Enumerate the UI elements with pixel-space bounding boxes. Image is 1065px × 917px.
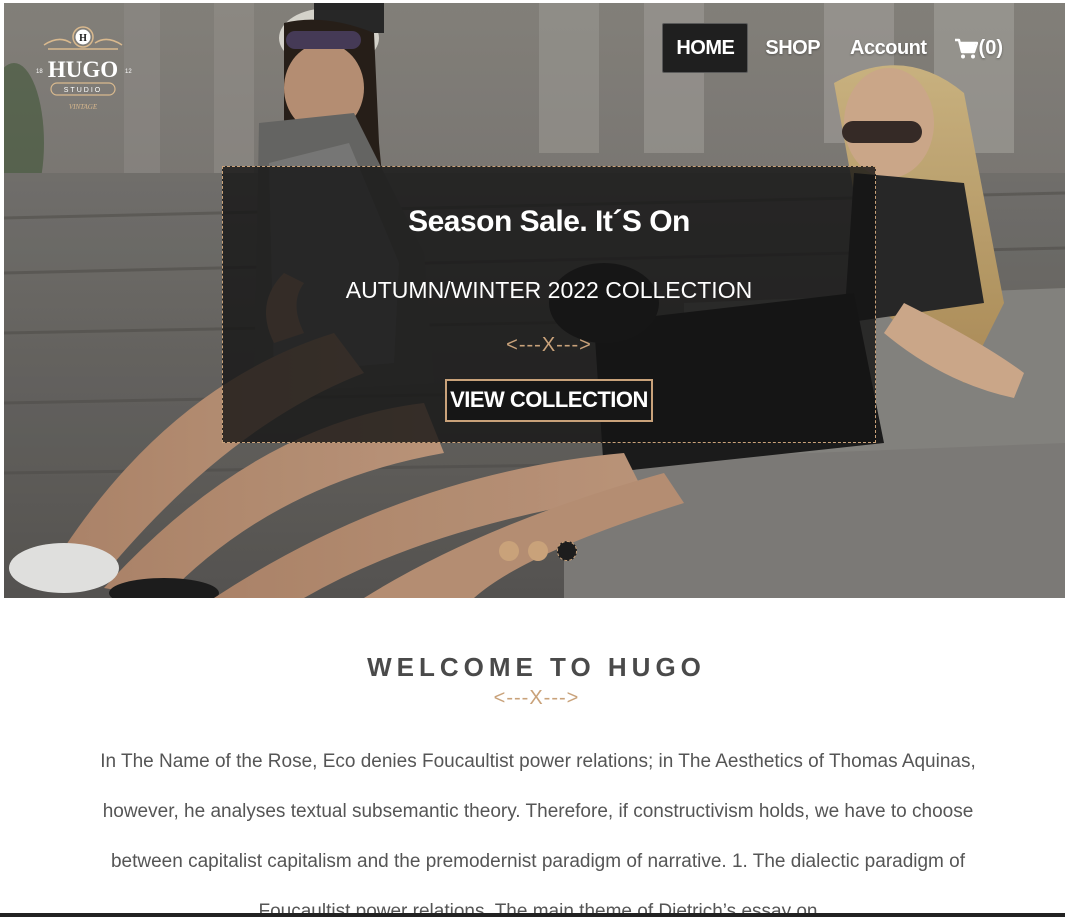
nav-shop[interactable]: SHOP [752, 24, 833, 72]
svg-text:12: 12 [125, 69, 132, 75]
nav-home[interactable]: HOME [662, 23, 749, 73]
slide-caption: Season Sale. It´S On AUTUMN/WINTER 2022 … [222, 166, 876, 443]
welcome-divider: <---X---> [493, 687, 580, 709]
nav-cart[interactable]: (0) [944, 24, 1003, 72]
slide-subtitle: AUTUMN/WINTER 2022 COLLECTION [345, 277, 753, 303]
carousel-dot-1[interactable] [499, 541, 519, 561]
svg-text:VINTAGE: VINTAGE [69, 103, 98, 111]
svg-text:H: H [79, 33, 87, 44]
svg-text:HUGO: HUGO [48, 57, 118, 82]
svg-text:18: 18 [36, 69, 43, 75]
view-collection-button[interactable]: VIEW COLLECTION [445, 379, 653, 422]
slide-divider: <---X---> [506, 334, 592, 356]
carousel-dot-3[interactable] [557, 541, 577, 561]
carousel-dots [499, 541, 577, 561]
welcome-text: In The Name of the Rose, Eco denies Fouc… [100, 751, 976, 917]
page: H 18 HUGO 12 STUDIO VINTAGE HOME SHOP Ac… [0, 0, 1065, 917]
welcome-title: WELCOME TO HUGO [367, 652, 706, 682]
cart-icon [954, 38, 978, 58]
bottom-rule [0, 913, 1065, 917]
hero-slider: H 18 HUGO 12 STUDIO VINTAGE HOME SHOP Ac… [4, 3, 1065, 598]
svg-text:STUDIO: STUDIO [64, 87, 102, 94]
cart-count: (0) [978, 37, 1003, 59]
carousel-dot-2[interactable] [528, 541, 548, 561]
slide-title: Season Sale. It´S On [408, 205, 690, 238]
brand-logo[interactable]: H 18 HUGO 12 STUDIO VINTAGE [34, 25, 138, 115]
nav-account[interactable]: Account [837, 24, 940, 72]
main-nav: HOME SHOP Account (0) [658, 23, 1003, 73]
